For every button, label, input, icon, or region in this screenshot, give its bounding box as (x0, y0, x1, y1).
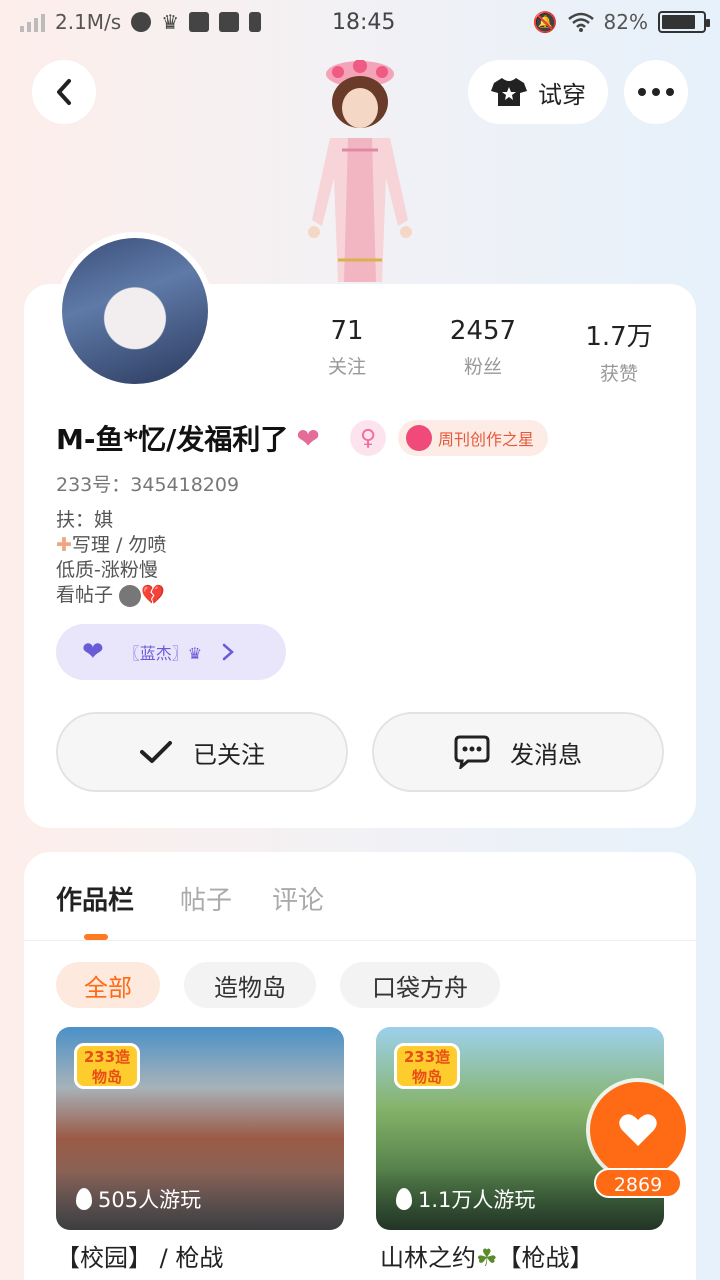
network-speed: 2.1M/s (55, 10, 122, 34)
heart-icon: ❤ (296, 421, 320, 455)
game-2-plays: 1.1万人游玩 (418, 1188, 536, 1212)
purple-heart-icon: ❤ (82, 637, 104, 667)
try-on-label: 试穿 (538, 80, 586, 109)
bio-line-4: 看帖子 (56, 584, 114, 606)
more-button[interactable] (624, 60, 688, 124)
bio: 扶：娸 ✚写理 / 勿喷 低质-涨粉慢 看帖子 💔 (56, 508, 166, 608)
mute-icon: 🔕 (532, 10, 558, 34)
tabs-divider (24, 940, 696, 941)
stat-following[interactable]: 71 关注 (292, 316, 402, 379)
user-name: M-鱼*忆/发福利了 (56, 423, 289, 456)
status-bar: 2.1M/s ♛ 18:45 🔕 82% (0, 0, 720, 46)
bio-line-2: 写理 / 勿喷 (71, 534, 167, 556)
bio-line-3: 低质-涨粉慢 (56, 559, 158, 581)
filter-all[interactable]: 全部 (56, 962, 160, 1008)
broken-heart-icon: 💔 (141, 584, 165, 606)
battery-icon (658, 11, 710, 33)
phone-battery-icon (249, 12, 262, 32)
message-label: 发消息 (510, 740, 582, 769)
filter-creation-island[interactable]: 造物岛 (184, 962, 316, 1008)
game-2-plays-row: 1.1万人游玩 (396, 1184, 535, 1214)
game-2-title-row[interactable]: 山林之约☘【枪战】 (380, 1238, 594, 1273)
favorite-button[interactable] (590, 1082, 686, 1178)
video-icon (219, 12, 240, 32)
avatar-3d-figure[interactable] (290, 60, 430, 286)
app-s-icon (189, 12, 210, 32)
user-id: 233号：345418209 (56, 474, 240, 496)
browser-icon (131, 12, 152, 32)
filter-pocket-ark[interactable]: 口袋方舟 (340, 962, 500, 1008)
tab-comments[interactable]: 评论 (272, 880, 324, 917)
chevron-left-icon (57, 79, 71, 105)
following-button[interactable]: 已关注 (56, 712, 348, 792)
stat-following-label: 关注 (327, 356, 366, 378)
game-1-logo: 233造物岛 (74, 1043, 140, 1089)
medal-badge[interactable]: 周刊创作之星 (398, 420, 549, 456)
female-icon: ♀ (350, 420, 386, 456)
tab-posts[interactable]: 帖子 (180, 880, 232, 917)
clan-badge[interactable]: ❤ 〖蓝杰〗♛ (56, 624, 286, 680)
avatar-image (62, 238, 208, 384)
stat-likes[interactable]: 1.7万 获赞 (564, 316, 674, 386)
face-emoji-icon (119, 584, 142, 607)
bio-line-4-row: 看帖子 💔 (56, 583, 166, 608)
chevron-right-icon (222, 643, 235, 661)
try-on-button[interactable]: 试穿 (468, 60, 608, 124)
game-2-title-suffix: 【枪战】 (497, 1244, 594, 1272)
game-2-logo: 233造物岛 (394, 1043, 460, 1089)
stat-followers-label: 粉丝 (463, 356, 502, 378)
game-1-title[interactable]: 【校园】 / 枪战 (56, 1238, 223, 1273)
following-label: 已关注 (193, 740, 265, 769)
plus-icon: ✚ (56, 534, 72, 556)
more-dots-icon (638, 88, 674, 96)
clock: 18:45 (332, 10, 396, 35)
check-icon (140, 741, 172, 763)
game-2-title-prefix: 山林之约 (380, 1244, 476, 1272)
tab-works[interactable]: 作品栏 (56, 880, 134, 917)
clover-icon: ☘ (476, 1244, 498, 1272)
stat-followers-value: 2457 (449, 316, 517, 346)
game-1-plays-row: 505人游玩 (76, 1184, 201, 1214)
tshirt-icon (491, 78, 527, 106)
bio-line-2-row: ✚写理 / 勿喷 (56, 533, 166, 558)
bio-line-1: 扶：娸 (56, 509, 114, 531)
medal-label: 周刊创作之星 (438, 430, 535, 449)
medal-icon (406, 425, 432, 451)
game-1-plays: 505人游玩 (98, 1188, 202, 1212)
battery-percent: 82% (603, 10, 648, 34)
user-name-row: M-鱼*忆/发福利了 ❤ (56, 418, 320, 458)
favorite-count: 2869 (594, 1168, 682, 1198)
game-card-1[interactable]: 233造物岛 505人游玩 (56, 1027, 344, 1230)
wifi-icon (567, 12, 594, 32)
flame-icon (396, 1188, 412, 1210)
stat-following-value: 71 (330, 316, 364, 346)
signal-icon (20, 12, 45, 32)
flame-icon (76, 1188, 92, 1210)
heart-icon (619, 1114, 657, 1146)
stat-likes-label: 获赞 (599, 363, 638, 385)
stat-followers[interactable]: 2457 粉丝 (428, 316, 538, 379)
user-avatar[interactable] (56, 232, 214, 390)
back-button[interactable] (32, 60, 96, 124)
stat-likes-value: 1.7万 (585, 322, 653, 352)
clan-label: 〖蓝杰〗♛ (123, 644, 203, 663)
message-button[interactable]: 发消息 (372, 712, 664, 792)
crown-icon: ♛ (161, 10, 180, 34)
chat-bubble-icon (454, 735, 490, 769)
